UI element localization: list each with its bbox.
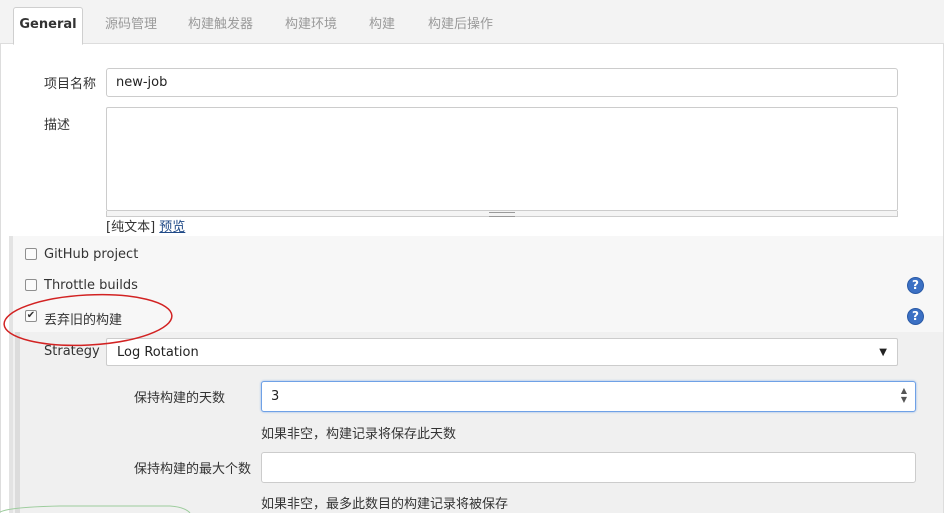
tab-post-build-actions[interactable]: 构建后操作 (428, 14, 493, 36)
max-builds-label: 保持构建的最大个数 (134, 462, 252, 477)
number-spinner-icon[interactable]: ▲ ▼ (899, 386, 909, 406)
tab-build[interactable]: 构建 (369, 14, 395, 36)
subsection-indent-bar (15, 332, 20, 513)
days-to-keep-hint: 如果非空，构建记录将保存此天数 (261, 427, 457, 442)
tab-build-environment[interactable]: 构建环境 (285, 14, 337, 36)
panel-border-left (0, 43, 1, 513)
format-line: [纯文本] 预览 (106, 216, 185, 235)
resizer-handle-icon (489, 212, 515, 217)
github-project-label: GitHub project (44, 247, 139, 262)
throttle-builds-help-icon[interactable]: ? (907, 277, 924, 294)
github-project-checkbox[interactable] (25, 248, 37, 260)
spinner-up-icon[interactable]: ▲ (899, 386, 909, 395)
throttle-builds-label: Throttle builds (44, 278, 138, 293)
project-name-label: 项目名称 (44, 77, 97, 92)
strategy-select[interactable]: Log Rotation ▼ (106, 338, 898, 366)
project-name-input[interactable]: new-job (106, 68, 898, 97)
days-to-keep-label: 保持构建的天数 (134, 391, 226, 406)
textarea-resizer[interactable] (106, 211, 898, 217)
max-builds-hint: 如果非空，最多此数目的构建记录将被保存 (261, 497, 509, 512)
days-to-keep-value: 3 (271, 389, 280, 404)
spinner-down-icon[interactable]: ▼ (899, 395, 909, 404)
dropdown-arrow-icon: ▼ (879, 346, 887, 358)
description-label: 描述 (44, 118, 71, 133)
tab-general[interactable]: General (13, 7, 83, 45)
days-to-keep-input[interactable]: 3 ▲ ▼ (261, 381, 916, 412)
discard-old-builds-help-icon[interactable]: ? (907, 308, 924, 325)
bottom-partial-outline (0, 505, 191, 513)
plain-text-label: [纯文本] (106, 220, 156, 235)
tab-build-triggers[interactable]: 构建触发器 (188, 14, 253, 36)
tab-source-code-management[interactable]: 源码管理 (105, 14, 157, 36)
max-builds-input[interactable] (261, 452, 916, 483)
description-textarea[interactable] (106, 107, 898, 211)
preview-link[interactable]: 预览 (159, 220, 185, 235)
throttle-builds-checkbox[interactable] (25, 279, 37, 291)
annotation-ellipse (3, 293, 173, 347)
